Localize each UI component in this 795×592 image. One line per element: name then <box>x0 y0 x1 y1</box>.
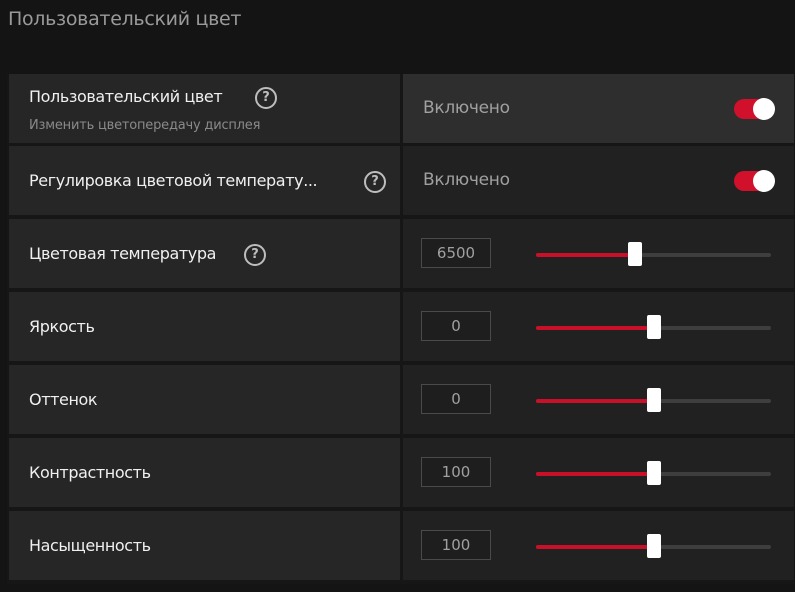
setting-label-cell: Пользовательский цвет ? Изменить цветопе… <box>9 74 400 143</box>
setting-row-contrast: Контрастность 100 <box>7 438 794 507</box>
toggle-knob <box>753 98 775 120</box>
slider-track[interactable] <box>536 242 771 266</box>
setting-label: Оттенок <box>29 390 98 409</box>
slider-thumb[interactable] <box>646 315 661 339</box>
value-input[interactable]: 100 <box>421 457 491 487</box>
slider-track[interactable] <box>536 388 771 412</box>
slider-thumb[interactable] <box>646 388 661 412</box>
slider-fill <box>536 253 635 257</box>
setting-row-saturation: Насыщенность 100 <box>7 511 794 580</box>
temperature-adjust-toggle[interactable] <box>734 170 775 192</box>
setting-label-cell: Регулировка цветовой температу... ? <box>9 146 400 215</box>
toggle-state-label: Включено <box>423 98 510 118</box>
setting-row-custom-color: Пользовательский цвет ? Изменить цветопе… <box>7 74 794 143</box>
value-input[interactable]: 6500 <box>421 238 491 268</box>
slider-thumb[interactable] <box>646 534 661 558</box>
help-icon[interactable]: ? <box>255 87 277 109</box>
slider-track[interactable] <box>536 315 771 339</box>
setting-control-cell: Включено <box>403 74 794 143</box>
setting-label: Цветовая температура <box>29 244 217 263</box>
setting-control-cell: 100 <box>403 438 794 507</box>
help-icon[interactable]: ? <box>364 171 386 193</box>
setting-control-cell: 100 <box>403 511 794 580</box>
slider-thumb[interactable] <box>646 461 661 485</box>
slider-fill <box>536 399 654 403</box>
value-input[interactable]: 100 <box>421 530 491 560</box>
setting-label: Яркость <box>29 317 95 336</box>
slider-fill <box>536 326 654 330</box>
setting-label-cell: Оттенок <box>9 365 400 434</box>
setting-label-cell: Цветовая температура ? <box>9 219 400 288</box>
setting-row-color-temperature: Цветовая температура ? 6500 <box>7 219 794 288</box>
setting-label: Регулировка цветовой температу... <box>29 171 318 190</box>
setting-control-cell: 0 <box>403 292 794 361</box>
setting-label-cell: Насыщенность <box>9 511 400 580</box>
setting-row-hue: Оттенок 0 <box>7 365 794 434</box>
setting-control-cell: Включено <box>403 146 794 215</box>
help-icon[interactable]: ? <box>244 244 266 266</box>
custom-color-toggle[interactable] <box>734 98 775 120</box>
slider-track[interactable] <box>536 534 771 558</box>
page-title: Пользовательский цвет <box>8 8 242 30</box>
setting-label-cell: Яркость <box>9 292 400 361</box>
setting-label-cell: Контрастность <box>9 438 400 507</box>
toggle-state-label: Включено <box>423 170 510 190</box>
value-input[interactable]: 0 <box>421 311 491 341</box>
setting-sublabel: Изменить цветопередачу дисплея <box>29 118 261 133</box>
slider-fill <box>536 472 654 476</box>
setting-control-cell: 0 <box>403 365 794 434</box>
slider-track[interactable] <box>536 461 771 485</box>
value-input[interactable]: 0 <box>421 384 491 414</box>
setting-row-brightness: Яркость 0 <box>7 292 794 361</box>
setting-control-cell: 6500 <box>403 219 794 288</box>
setting-label: Насыщенность <box>29 536 151 555</box>
slider-thumb[interactable] <box>627 242 642 266</box>
slider-fill <box>536 545 654 549</box>
setting-row-temperature-adjust: Регулировка цветовой температу... ? Вклю… <box>7 146 794 215</box>
toggle-knob <box>753 170 775 192</box>
settings-panel: Пользовательский цвет ? Изменить цветопе… <box>7 74 794 584</box>
setting-label: Пользовательский цвет <box>29 87 223 106</box>
setting-label: Контрастность <box>29 463 151 482</box>
